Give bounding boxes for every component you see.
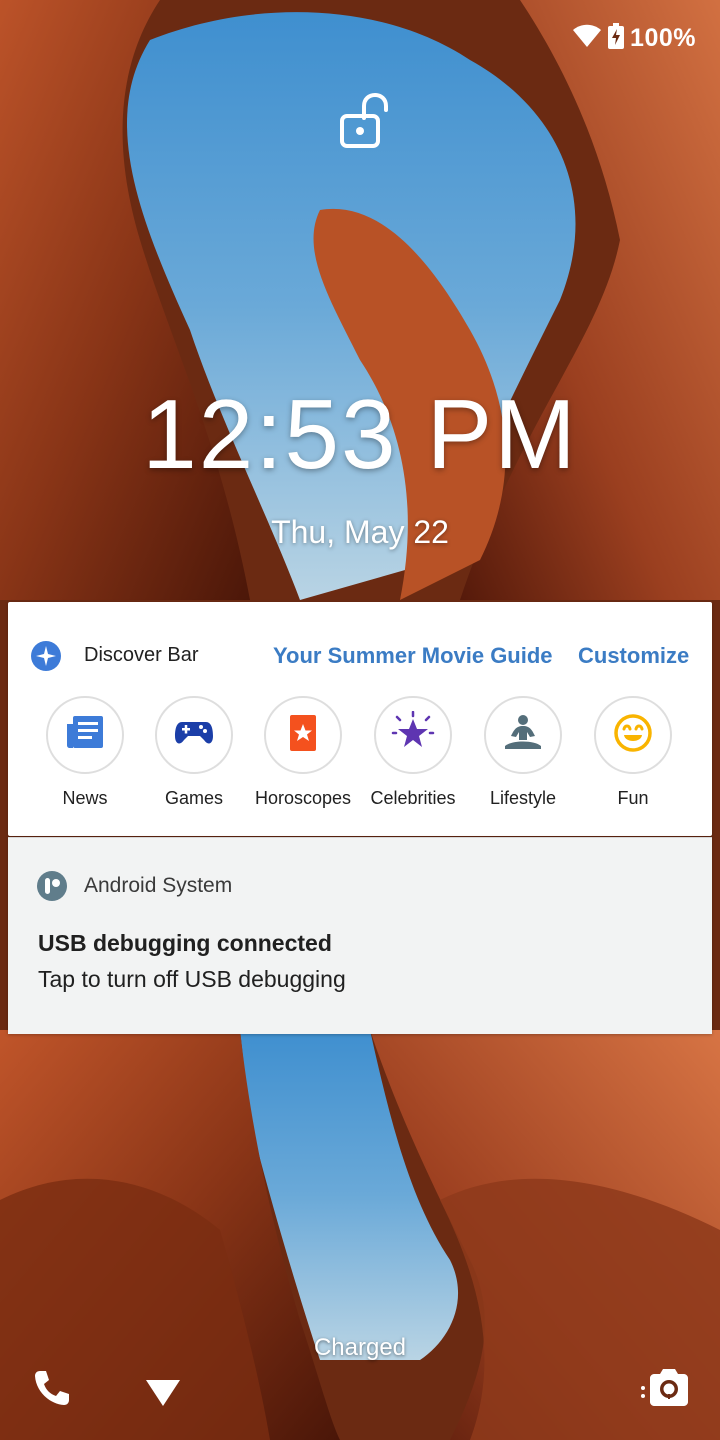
category-label: News xyxy=(62,788,108,808)
category-lifestyle[interactable]: Lifestyle xyxy=(468,696,578,809)
horoscopes-category-circle xyxy=(264,696,342,774)
gamepad-icon xyxy=(174,718,214,753)
lock-screen-date: Thu, May 22 xyxy=(271,514,449,550)
summer-movie-guide-link[interactable]: Your Summer Movie Guide xyxy=(273,643,553,669)
star-burst-icon xyxy=(391,710,435,760)
discover-bar-header: Discover Bar Your Summer Movie Guide Cus… xyxy=(8,636,712,676)
notification-app-name: Android System xyxy=(84,874,233,897)
battery-percent: 100% xyxy=(630,23,696,52)
lock-screen-clock: 12:53 PM xyxy=(142,379,578,489)
lifestyle-category-circle xyxy=(484,696,562,774)
fun-category-circle xyxy=(594,696,672,774)
category-games[interactable]: Games xyxy=(139,696,249,809)
unlocked-padlock-icon[interactable] xyxy=(338,92,390,152)
camera-icon[interactable] xyxy=(638,1366,690,1408)
notification-text: Tap to turn off USB debugging xyxy=(38,966,346,992)
usb-debugging-notification[interactable]: Android System USB debugging connected T… xyxy=(8,837,712,1034)
chevron-down-icon[interactable] xyxy=(144,1376,182,1410)
category-label: Horoscopes xyxy=(254,788,352,808)
charging-status: Charged xyxy=(313,1334,407,1361)
customize-button[interactable]: Customize xyxy=(578,643,689,669)
category-fun[interactable]: Fun xyxy=(578,696,688,809)
discover-bar-logo-icon xyxy=(30,640,62,672)
category-news[interactable]: News xyxy=(30,696,140,809)
category-horoscopes[interactable]: Horoscopes xyxy=(248,696,358,809)
news-category-circle xyxy=(46,696,124,774)
discover-bar-card: Discover Bar Your Summer Movie Guide Cus… xyxy=(8,602,712,836)
notification-title: USB debugging connected xyxy=(38,930,332,956)
category-label: Games xyxy=(164,788,224,808)
games-category-circle xyxy=(155,696,233,774)
newspaper-icon xyxy=(65,714,105,757)
celebrities-category-circle xyxy=(374,696,452,774)
star-card-icon xyxy=(288,714,318,757)
smiley-icon xyxy=(613,713,653,758)
category-celebrities[interactable]: Celebrities xyxy=(358,696,468,809)
battery-charging-icon xyxy=(608,22,625,54)
phone-icon[interactable] xyxy=(32,1368,72,1408)
category-label: Fun xyxy=(617,788,649,808)
category-label: Lifestyle xyxy=(489,788,557,808)
android-system-icon xyxy=(36,870,68,902)
wifi-icon xyxy=(572,24,602,53)
discover-bar-title: Discover Bar xyxy=(84,644,199,666)
yoga-icon xyxy=(502,714,544,757)
status-bar: 100% xyxy=(572,20,696,56)
discover-categories: News Games Horoscopes Celebrities Lifest… xyxy=(8,696,712,816)
category-label: Celebrities xyxy=(370,788,456,808)
